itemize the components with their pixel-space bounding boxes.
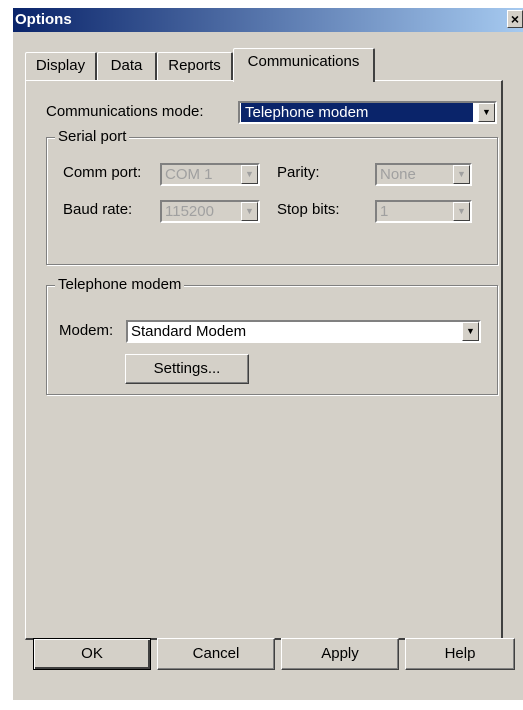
parity-label: Parity: [277, 164, 320, 181]
chevron-down-icon[interactable]: ▼ [462, 322, 479, 341]
comm-port-value: COM 1 [165, 166, 213, 183]
tab-communications[interactable]: Communications [233, 48, 375, 82]
baud-rate-label: Baud rate: [63, 201, 133, 218]
chevron-down-icon[interactable]: ▼ [478, 103, 495, 122]
settings-button[interactable]: Settings... [125, 354, 249, 384]
options-dialog: Options × Display Data Reports Communica… [13, 8, 523, 700]
stop-bits-select[interactable]: 1 ▼ [375, 200, 472, 223]
chevron-down-icon[interactable]: ▼ [241, 165, 258, 184]
communications-mode-select[interactable]: Telephone modem ▼ [238, 101, 497, 124]
baud-rate-value: 115200 [165, 203, 214, 220]
stop-bits-value: 1 [380, 203, 389, 220]
modem-value: Standard Modem [131, 323, 247, 340]
tab-communications-label: Communications [247, 53, 360, 70]
modem-select[interactable]: Standard Modem ▼ [126, 320, 481, 343]
telephone-modem-group-title: Telephone modem [55, 276, 185, 293]
stop-bits-label: Stop bits: [277, 201, 340, 218]
chevron-down-icon[interactable]: ▼ [453, 202, 470, 221]
apply-button-label: Apply [321, 645, 359, 662]
ok-button-label: OK [81, 645, 103, 662]
cancel-button[interactable]: Cancel [157, 638, 275, 670]
serial-port-group-title: Serial port [55, 128, 130, 145]
chevron-down-icon[interactable]: ▼ [453, 165, 470, 184]
tab-data[interactable]: Data [97, 52, 157, 80]
tab-reports[interactable]: Reports [157, 52, 233, 80]
comm-port-label: Comm port: [63, 164, 142, 181]
tab-reports-label: Reports [168, 57, 221, 74]
serial-port-group: Serial port Comm port: COM 1 ▼ Parity: N… [46, 128, 498, 265]
settings-button-label: Settings... [153, 360, 221, 377]
parity-value: None [380, 166, 416, 183]
window-title: Options [15, 11, 72, 28]
tab-data-label: Data [110, 57, 143, 74]
modem-label: Modem: [59, 322, 114, 339]
help-button-label: Help [444, 645, 476, 662]
tab-display[interactable]: Display [25, 52, 97, 80]
apply-button[interactable]: Apply [281, 638, 399, 670]
communications-panel: Communications mode: Telephone modem ▼ S… [25, 80, 503, 640]
parity-select[interactable]: None ▼ [375, 163, 472, 186]
title-bar[interactable]: Options [13, 8, 523, 32]
baud-rate-select[interactable]: 115200 ▼ [160, 200, 260, 223]
tab-display-label: Display [35, 57, 86, 74]
help-button[interactable]: Help [405, 638, 515, 670]
telephone-modem-group: Telephone modem Modem: Standard Modem ▼ … [46, 276, 498, 395]
chevron-down-icon[interactable]: ▼ [241, 202, 258, 221]
communications-mode-label: Communications mode: [46, 103, 204, 120]
comm-port-select[interactable]: COM 1 ▼ [160, 163, 260, 186]
close-icon: × [510, 11, 520, 27]
communications-mode-value: Telephone modem [241, 103, 473, 122]
close-button[interactable]: × [507, 10, 523, 28]
cancel-button-label: Cancel [192, 645, 240, 662]
ok-button[interactable]: OK [33, 638, 151, 670]
